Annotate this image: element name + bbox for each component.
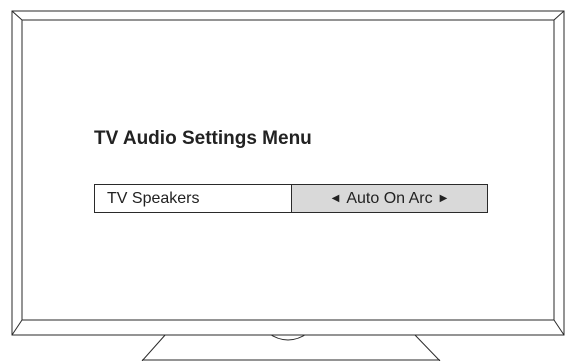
tv-illustration [11, 10, 565, 361]
tv-screen [21, 19, 555, 321]
setting-row-tv-speakers: TV Speakers ◀ Auto On Arc ▶ [94, 184, 488, 213]
setting-value: Auto On Arc [346, 189, 433, 207]
right-triangle-icon[interactable]: ▶ [440, 193, 448, 204]
setting-label: TV Speakers [95, 185, 292, 212]
menu-title: TV Audio Settings Menu [94, 128, 312, 149]
setting-value-selector[interactable]: ◀ Auto On Arc ▶ [292, 185, 487, 212]
tv-stand [141, 332, 441, 361]
left-triangle-icon[interactable]: ◀ [332, 193, 340, 204]
